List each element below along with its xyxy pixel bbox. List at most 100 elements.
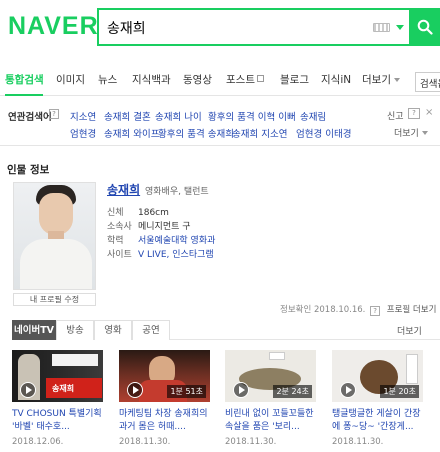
- info-value: 메니지먼트 구: [138, 222, 191, 232]
- help-icon[interactable]: ?: [370, 306, 381, 316]
- report-help-icon[interactable]: ?: [408, 108, 420, 119]
- site-link-vlive[interactable]: V LIVE: [138, 250, 167, 260]
- video-card[interactable]: 송재희 TV CHOSUN 특별기획 '바벨' 태수호... 2018.12.0…: [12, 350, 103, 447]
- updated-date: 정보확인 2018.10.16.: [280, 305, 366, 315]
- video-title[interactable]: 탱글탱글한 게살이 간장에 퐁~당~ '간장게...: [332, 408, 423, 434]
- info-value: 186cm: [138, 208, 169, 218]
- person-name[interactable]: 송재희: [107, 181, 140, 198]
- thumb-label: [406, 354, 418, 384]
- video-duration: 1분 51초: [167, 385, 206, 398]
- video-title[interactable]: 마케팅팀 차장 송재희의 과거 몸은 허때....: [119, 408, 210, 434]
- play-icon: [340, 382, 356, 398]
- school-link[interactable]: 서울예술대학 영화과: [138, 236, 215, 246]
- profile-more-link[interactable]: 프로필 더보기: [387, 305, 437, 315]
- photo-face: [39, 193, 73, 235]
- search-button[interactable]: [411, 8, 440, 46]
- video-tab-navertv[interactable]: 네이버TV: [12, 320, 56, 340]
- info-site: 사이트 V LIVE, 인스타그램: [107, 247, 214, 260]
- play-icon: [20, 382, 36, 398]
- thumb-title-bar: [52, 354, 98, 366]
- video-duration: 2분 24초: [273, 385, 312, 398]
- play-icon: [233, 382, 249, 398]
- related-link[interactable]: 엄현경 이태경: [296, 126, 351, 140]
- video-date: 2018.12.06.: [12, 437, 64, 447]
- video-date: 2018.11.30.: [225, 437, 277, 447]
- site-link-instagram[interactable]: 인스타그램: [172, 250, 213, 260]
- related-link[interactable]: 황후의 품격 이혁 이뻐: [208, 109, 296, 123]
- keyboard-icon[interactable]: [373, 23, 390, 32]
- related-link[interactable]: 송재희 지소연: [232, 126, 287, 140]
- naver-logo[interactable]: NAVER: [8, 12, 99, 41]
- close-icon[interactable]: ×: [425, 107, 433, 118]
- video-title[interactable]: 비린내 없이 꼬들꼬들한 속살을 품은 '보리...: [225, 408, 316, 434]
- tab-video[interactable]: 동영상: [183, 72, 212, 87]
- video-thumbnail[interactable]: 2분 24초: [225, 350, 316, 402]
- related-link[interactable]: 송재림: [300, 109, 326, 123]
- video-thumbnail[interactable]: 송재희: [12, 350, 103, 402]
- chevron-down-icon: [393, 78, 400, 82]
- video-tab-movie[interactable]: 영화: [94, 320, 132, 340]
- video-thumbnail[interactable]: 1분 51초: [119, 350, 210, 402]
- video-more-link[interactable]: 더보기: [397, 324, 422, 337]
- thumb-label: [269, 352, 285, 360]
- search-input[interactable]: [107, 18, 357, 38]
- help-icon[interactable]: ?: [49, 109, 59, 119]
- related-link[interactable]: 송재희 나이: [155, 109, 202, 123]
- video-tabs: 네이버TV 방송 영화 공연 더보기: [12, 320, 440, 340]
- related-link[interactable]: 지소연: [70, 109, 96, 123]
- active-tab-indicator: [5, 94, 43, 96]
- tab-blog[interactable]: 블로그: [280, 72, 309, 87]
- play-icon: [127, 382, 143, 398]
- profile-photo[interactable]: [13, 182, 96, 290]
- thumb-overlay-text: 송재희: [52, 384, 75, 393]
- video-card[interactable]: 1분 51초 마케팅팀 차장 송재희의 과거 몸은 허때.... 2018.11…: [119, 350, 210, 447]
- info-height: 신체 186cm: [107, 205, 169, 218]
- autocomplete-toggle-icon[interactable]: [396, 25, 404, 30]
- video-date: 2018.11.30.: [119, 437, 171, 447]
- tab-integrated[interactable]: 통합검색: [5, 72, 44, 87]
- search-tabs: 통합검색 이미지 뉴스 지식백과 동영상 포스트 블로그 지식iN 더보기 검색…: [0, 66, 440, 96]
- related-searches-title: 연관검색어: [8, 112, 52, 123]
- related-more-label: 더보기: [394, 129, 419, 139]
- tab-more[interactable]: 더보기: [362, 72, 400, 87]
- info-label: 학력: [107, 236, 124, 246]
- video-duration: 1분 20초: [380, 385, 419, 398]
- photo-body: [20, 239, 92, 289]
- related-link[interactable]: 황후의 품격 송재희: [158, 126, 234, 140]
- tab-kin[interactable]: 지식iN: [321, 72, 351, 87]
- tab-post[interactable]: 포스트: [226, 72, 264, 87]
- search-icon: [417, 19, 433, 35]
- related-link[interactable]: 송재희 결혼: [104, 109, 151, 123]
- info-updated: 정보확인 2018.10.16. ? 프로필 더보기: [280, 303, 437, 316]
- tab-post-label: 포스트: [226, 74, 255, 86]
- chevron-down-icon: [421, 131, 428, 135]
- video-tab-broadcast[interactable]: 방송: [56, 320, 94, 340]
- video-date: 2018.11.30.: [332, 437, 384, 447]
- search-box[interactable]: [97, 8, 411, 46]
- person-job: 영화배우, 탤런트: [145, 187, 209, 197]
- video-card[interactable]: 2분 24초 비린내 없이 꼬들꼬들한 속살을 품은 '보리... 2018.1…: [225, 350, 316, 447]
- tab-images[interactable]: 이미지: [56, 72, 85, 87]
- report-button[interactable]: 신고: [387, 109, 404, 122]
- video-title[interactable]: TV CHOSUN 특별기획 '바벨' 태수호...: [12, 408, 103, 434]
- tab-more-label: 더보기: [362, 74, 391, 86]
- related-link[interactable]: 엄현경: [70, 126, 96, 140]
- related-more-button[interactable]: 더보기: [394, 126, 428, 139]
- edit-profile-button[interactable]: 내 프로필 수정: [13, 293, 96, 306]
- info-label: 사이트: [107, 250, 132, 260]
- related-link[interactable]: 송재희 와이프: [104, 126, 159, 140]
- related-searches: 연관검색어 ? 지소연 송재희 결혼 송재희 나이 황후의 품격 이혁 이뻐 송…: [0, 100, 440, 146]
- video-thumbnail[interactable]: 1분 20초: [332, 350, 423, 402]
- post-icon: [256, 75, 264, 82]
- info-agency: 소속사 메니지먼트 구: [107, 219, 191, 232]
- info-label: 신체: [107, 208, 124, 218]
- tab-encyclopedia[interactable]: 지식백과: [132, 72, 171, 87]
- info-school: 학력 서울예술대학 영화과: [107, 233, 215, 246]
- video-card[interactable]: 1분 20초 탱글탱글한 게살이 간장에 퐁~당~ '간장게... 2018.1…: [332, 350, 423, 447]
- header: NAVER: [0, 0, 440, 58]
- search-options-button[interactable]: 검색옵: [415, 72, 440, 92]
- tab-news[interactable]: 뉴스: [98, 72, 117, 87]
- person-section-title: 인물 정보: [7, 164, 50, 176]
- video-tab-performance[interactable]: 공연: [132, 320, 170, 340]
- info-label: 소속사: [107, 222, 132, 232]
